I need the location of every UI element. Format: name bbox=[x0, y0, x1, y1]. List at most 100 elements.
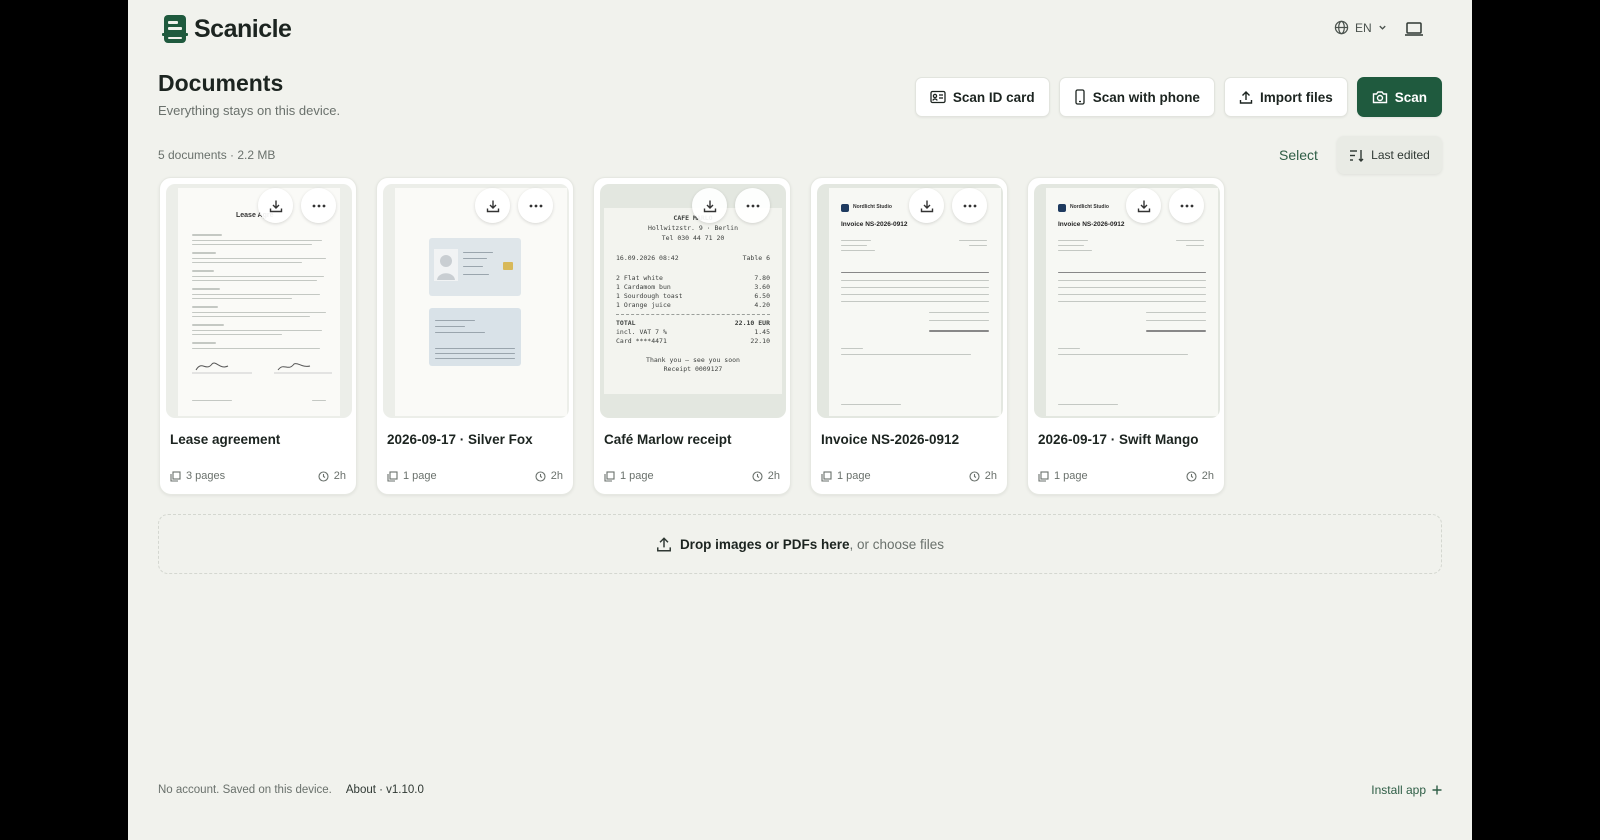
download-icon bbox=[486, 200, 499, 212]
language-selector[interactable]: EN bbox=[1334, 20, 1387, 35]
download-button[interactable] bbox=[1126, 188, 1161, 223]
device-view-button[interactable] bbox=[1402, 18, 1426, 40]
more-horizontal-icon bbox=[963, 204, 976, 207]
receipt-item-price: 3.60 bbox=[754, 283, 770, 291]
receipt-card: 22.10 bbox=[750, 337, 770, 345]
id-card-icon bbox=[930, 90, 946, 104]
edited-age: 2h bbox=[333, 470, 346, 482]
receipt-number: Receipt 0009127 bbox=[663, 365, 723, 373]
import-files-button[interactable]: Import files bbox=[1223, 77, 1348, 117]
plus-icon bbox=[1432, 785, 1442, 795]
scan-id-card-button[interactable]: Scan ID card bbox=[914, 77, 1050, 117]
download-button[interactable] bbox=[692, 188, 727, 223]
receipt-item: 2 Flat white bbox=[616, 274, 663, 282]
clock-icon bbox=[535, 470, 546, 482]
camera-icon bbox=[1372, 91, 1387, 104]
pages-icon bbox=[604, 470, 615, 482]
clock-icon bbox=[1186, 470, 1197, 482]
edited-age: 2h bbox=[767, 470, 780, 482]
receipt-datetime: 16.09.2026 08:42 bbox=[616, 254, 679, 262]
more-options-button[interactable] bbox=[1169, 188, 1204, 223]
scan-with-phone-button[interactable]: Scan with phone bbox=[1058, 77, 1215, 117]
page-title: Documents bbox=[158, 70, 284, 96]
scan-id-card-label: Scan ID card bbox=[952, 89, 1035, 105]
phone-icon bbox=[1075, 89, 1085, 105]
invoice-title: Invoice NS-2026-0912 bbox=[1058, 221, 1125, 228]
download-icon bbox=[1137, 200, 1150, 212]
globe-icon bbox=[1334, 20, 1349, 35]
receipt-item: 1 Cardamom bun bbox=[616, 283, 671, 291]
document-title: Lease agreement bbox=[170, 432, 281, 447]
download-button[interactable] bbox=[909, 188, 944, 223]
document-card[interactable]: Nordlicht Studio Invoice NS-2026-0912 bbox=[1027, 177, 1225, 495]
id-card-back bbox=[429, 308, 521, 366]
page-count: 1 page bbox=[620, 470, 654, 482]
more-options-button[interactable] bbox=[735, 188, 770, 223]
page-count: 1 page bbox=[403, 470, 437, 482]
clock-icon bbox=[969, 470, 980, 482]
laptop-icon bbox=[1405, 22, 1423, 36]
page-count: 1 page bbox=[837, 470, 871, 482]
footer: No account. Saved on this device. About … bbox=[158, 784, 424, 796]
receipt-vat: 1.45 bbox=[754, 328, 770, 336]
logo[interactable]: Scanicle bbox=[162, 14, 292, 44]
chevron-down-icon bbox=[1378, 25, 1386, 30]
page-count: 3 pages bbox=[186, 470, 226, 482]
storage-note: No account. Saved on this device. bbox=[158, 784, 332, 796]
language-label: EN bbox=[1355, 20, 1372, 35]
signatures-icon bbox=[192, 362, 332, 374]
install-app-button[interactable]: Install app bbox=[1371, 783, 1442, 797]
sort-button[interactable]: Last edited bbox=[1337, 136, 1442, 174]
download-icon bbox=[269, 200, 282, 212]
receipt-card-label: Card ****4471 bbox=[616, 337, 667, 345]
document-title: 2026-09-17 · Swift Mango bbox=[1038, 432, 1199, 447]
receipt-item: 1 Sourdough toast bbox=[616, 292, 683, 300]
document-meta: 1 page 2h bbox=[1038, 470, 1214, 482]
more-options-button[interactable] bbox=[301, 188, 336, 223]
import-files-label: Import files bbox=[1259, 89, 1333, 105]
app-name: Scanicle bbox=[194, 14, 292, 43]
clock-icon bbox=[752, 470, 763, 482]
action-toolbar: Scan ID card Scan with phone Import file… bbox=[914, 77, 1442, 117]
app-window: Scanicle EN Documents Everything stays o… bbox=[128, 0, 1472, 840]
document-title: 2026-09-17 · Silver Fox bbox=[387, 432, 533, 447]
more-options-button[interactable] bbox=[952, 188, 987, 223]
page-count: 1 page bbox=[1054, 470, 1088, 482]
sort-icon bbox=[1350, 149, 1364, 162]
receipt-table: Table 6 bbox=[742, 254, 770, 262]
document-card[interactable]: Nordlicht Studio Invoice NS-2026-0912 bbox=[810, 177, 1008, 495]
receipt-thanks: Thank you — see you soon bbox=[646, 356, 740, 364]
receipt-total: 22.10 EUR bbox=[734, 319, 770, 327]
download-button[interactable] bbox=[475, 188, 510, 223]
file-dropzone[interactable]: Drop images or PDFs here, or choose file… bbox=[158, 514, 1442, 574]
scan-with-phone-label: Scan with phone bbox=[1092, 89, 1200, 105]
pages-icon bbox=[1038, 470, 1049, 482]
more-horizontal-icon bbox=[1180, 204, 1193, 207]
portrait-icon bbox=[434, 249, 458, 281]
document-card[interactable]: Lease Agre Lease agreement 3 pages 2h bbox=[159, 177, 357, 495]
about-link[interactable]: About · v1.10.0 bbox=[346, 784, 424, 796]
invoice-company: Nordlicht Studio bbox=[853, 204, 892, 210]
document-title: Invoice NS-2026-0912 bbox=[821, 432, 960, 447]
receipt-item-price: 4.20 bbox=[754, 301, 770, 309]
document-card[interactable]: CAFE MARLO Hollwitzstr. 9 · Berlin Tel 0… bbox=[593, 177, 791, 495]
invoice-company: Nordlicht Studio bbox=[1070, 204, 1109, 210]
more-options-button[interactable] bbox=[518, 188, 553, 223]
choose-files-link[interactable]: , or choose files bbox=[850, 537, 945, 552]
receipt-item-price: 6.50 bbox=[754, 292, 770, 300]
document-card[interactable]: 2026-09-17 · Silver Fox 1 page 2h bbox=[376, 177, 574, 495]
more-horizontal-icon bbox=[529, 204, 542, 207]
select-button[interactable]: Select bbox=[1279, 147, 1318, 163]
receipt-preview: CAFE MARLO Hollwitzstr. 9 · Berlin Tel 0… bbox=[604, 208, 782, 394]
receipt-total-label: TOTAL bbox=[616, 319, 636, 327]
edited-age: 2h bbox=[1201, 470, 1214, 482]
invoice-preview: Nordlicht Studio Invoice NS-2026-0912 bbox=[1046, 188, 1218, 416]
download-button[interactable] bbox=[258, 188, 293, 223]
download-icon bbox=[703, 200, 716, 212]
invoice-logo bbox=[1058, 204, 1066, 212]
logo-icon bbox=[162, 15, 188, 43]
scan-button[interactable]: Scan bbox=[1356, 77, 1442, 117]
document-grid: Lease Agre Lease agreement 3 pages 2h 20… bbox=[159, 177, 1225, 495]
documents-summary: 5 documents · 2.2 MB bbox=[158, 148, 276, 162]
receipt-item: 1 Orange juice bbox=[616, 301, 671, 309]
